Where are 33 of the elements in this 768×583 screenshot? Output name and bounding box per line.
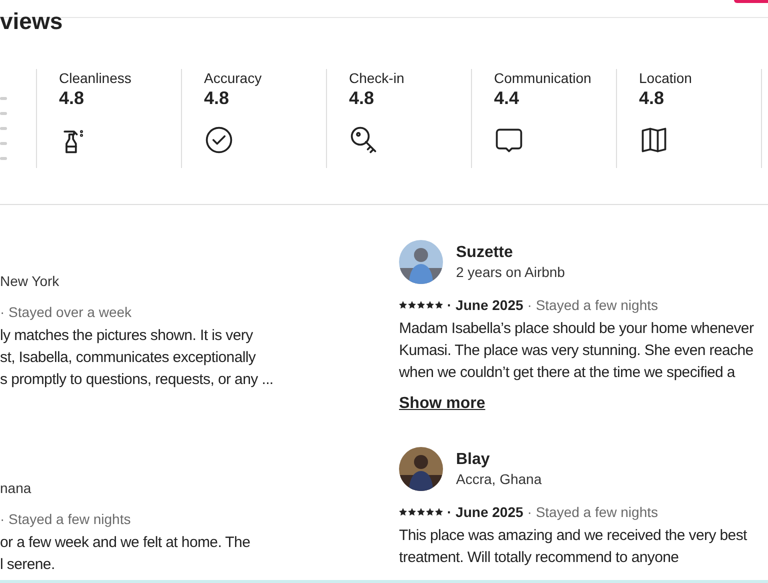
category-label: Accuracy [204, 69, 263, 87]
reviewer-location: New York [0, 272, 60, 290]
category-score: 4.8 [639, 87, 666, 109]
key-icon [349, 125, 379, 155]
stay-duration: · Stayed a few nights [527, 503, 658, 521]
review-text: Madam Isabella’s place should be your home whenever Kumasi. The place was very stunning. She even reache when we couldn’t get there at the time we specified a [399, 319, 754, 383]
category-score: 4.8 [349, 87, 376, 109]
reviewer-name: Suzette [456, 243, 514, 263]
category-label: Communication [494, 69, 592, 87]
review-date: · June 2025 [447, 503, 524, 521]
header-button[interactable] [734, 0, 768, 3]
reviewer-location: nana [0, 479, 32, 497]
category-label: Check-in [349, 69, 406, 87]
reviewer-subtitle: Accra, Ghana [456, 470, 542, 488]
reviewer-subtitle: 2 years on Airbnb [456, 263, 565, 281]
stay-duration: · Stayed a few nights [0, 510, 132, 528]
review-date: · June 2025 [447, 296, 524, 314]
section-heading: views [0, 14, 64, 28]
map-icon [639, 125, 669, 155]
category-score: 4.4 [494, 87, 520, 109]
reviewer-name: Blay [456, 450, 491, 470]
category-score: 4.8 [204, 87, 230, 109]
check-circle-icon [204, 125, 234, 155]
review-text: ly matches the pictures shown. It is very st, Isabella, communicates exceptionally s promptly to questions, requests, or any ... [0, 326, 274, 390]
category-label: Location [639, 69, 693, 87]
stay-duration: · Stayed over a week [0, 303, 133, 321]
rating-bars-drawing [0, 97, 8, 163]
category-score: 4.8 [59, 87, 86, 109]
review-text: or a few week and we felt at home. The l serene. [0, 533, 250, 575]
category-label: Cleanliness [59, 69, 132, 87]
review-text: This place was amazing and we received the very best treatment. Will totally recommend to anyone [399, 526, 747, 568]
show-more-link[interactable]: Show more [399, 394, 486, 414]
stay-duration: · Stayed a few nights [527, 296, 658, 314]
